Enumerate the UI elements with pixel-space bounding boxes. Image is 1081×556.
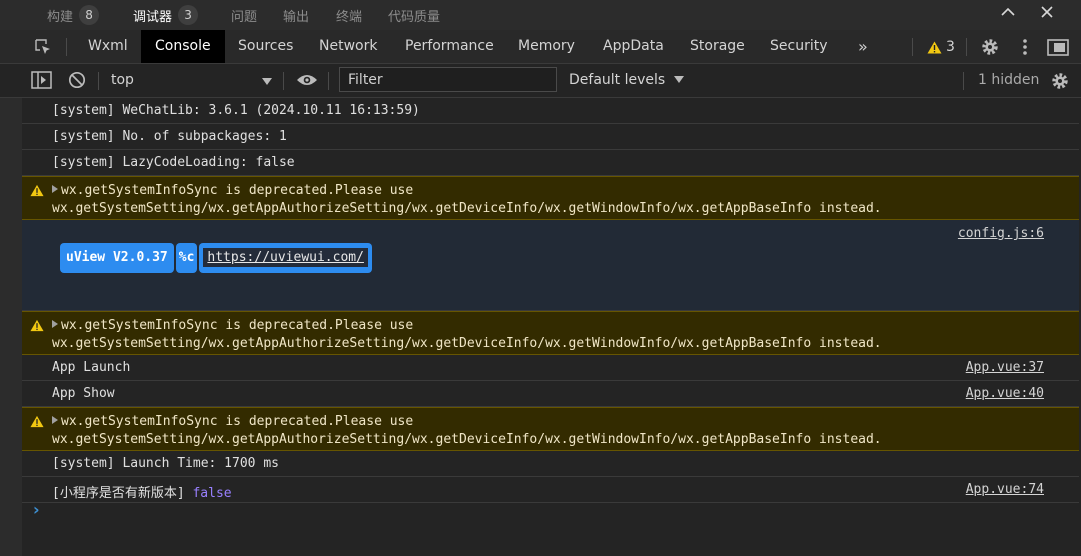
log-row: [system] LazyCodeLoading: false	[22, 150, 1079, 176]
close-icon[interactable]	[1036, 4, 1058, 26]
tab-wxml[interactable]: Wxml	[74, 30, 142, 63]
dropdown-caret-icon[interactable]	[262, 74, 272, 90]
count-badge: 3	[178, 5, 199, 25]
warning-message: wx.getSystemInfoSync is deprecated.Pleas…	[61, 414, 414, 429]
tab-network[interactable]: Network	[305, 30, 391, 63]
warning-message-cont: wx.getSystemSetting/wx.getAppAuthorizeSe…	[52, 336, 882, 351]
warning-row[interactable]: wx.getSystemInfoSync is deprecated.Pleas…	[22, 311, 1079, 355]
warning-message-cont: wx.getSystemSetting/wx.getAppAuthorizeSe…	[52, 432, 882, 447]
log-levels-label: Default levels	[569, 72, 666, 88]
dropdown-caret-icon	[673, 76, 684, 83]
tab-appdata[interactable]: AppData	[589, 30, 678, 63]
log-row: App Show App.vue:40	[22, 381, 1079, 407]
warning-icon	[927, 41, 942, 53]
clear-console-icon[interactable]	[68, 71, 86, 93]
uview-url-link[interactable]: https://uviewui.com/	[203, 248, 368, 267]
panel-tab-debugger[interactable]: 调试器 3	[133, 0, 199, 30]
panel-tab-label: 终端	[336, 9, 363, 25]
divider	[98, 72, 99, 90]
warning-counter[interactable]: 3	[927, 38, 955, 56]
log-message: [system] No. of subpackages: 1	[52, 129, 287, 144]
gear-icon[interactable]	[980, 37, 1000, 61]
warning-count: 3	[946, 39, 955, 55]
context-select[interactable]: top	[111, 64, 134, 97]
panel-tab-terminal[interactable]: 终端	[336, 0, 362, 30]
divider	[66, 38, 67, 56]
chevron-up-icon[interactable]	[997, 4, 1019, 26]
warning-icon	[30, 415, 44, 428]
warning-row[interactable]: wx.getSystemInfoSync is deprecated.Pleas…	[22, 407, 1079, 451]
console-toolbar: top Default levels 1 hidden	[0, 64, 1081, 98]
more-tabs-icon[interactable]: »	[858, 37, 868, 56]
panel-tab-build[interactable]: 构建 8	[47, 0, 100, 30]
expand-triangle-icon[interactable]	[52, 320, 58, 328]
panel-tab-problems[interactable]: 问题	[231, 0, 257, 30]
panel-tab-code-quality[interactable]: 代码质量	[388, 0, 440, 30]
uview-version-pill: uView V2.0.37	[60, 243, 174, 273]
sidebar-toggle-icon[interactable]	[31, 71, 53, 93]
console-log: [system] WeChatLib: 3.6.1 (2024.10.11 16…	[22, 98, 1079, 503]
tab-security[interactable]: Security	[756, 30, 842, 63]
panel-tab-label: 调试器	[133, 9, 173, 25]
panel-tab-bar: 构建 8 调试器 3 问题 输出 终端 代码质量	[0, 0, 1081, 30]
warning-message: wx.getSystemInfoSync is deprecated.Pleas…	[61, 183, 414, 198]
source-link[interactable]: App.vue:74	[966, 482, 1044, 497]
source-link[interactable]: App.vue:37	[966, 360, 1044, 375]
log-levels-select[interactable]: Default levels	[569, 64, 684, 97]
tab-memory[interactable]: Memory	[504, 30, 589, 63]
expand-triangle-icon[interactable]	[52, 416, 58, 424]
log-message: [system] LazyCodeLoading: false	[52, 155, 295, 170]
panel-tab-label: 输出	[283, 9, 310, 25]
log-message: App Show	[52, 386, 115, 401]
divider	[963, 72, 964, 90]
tab-performance[interactable]: Performance	[391, 30, 508, 63]
log-message: [system] Launch Time: 1700 ms	[52, 456, 279, 471]
tab-console[interactable]: Console	[141, 30, 225, 63]
log-message: [小程序是否有新版本]	[52, 486, 185, 501]
divider	[912, 38, 913, 56]
panel-tab-output[interactable]: 输出	[283, 0, 309, 30]
tab-storage[interactable]: Storage	[676, 30, 759, 63]
log-row: App Launch App.vue:37	[22, 355, 1079, 381]
filter-input[interactable]	[339, 67, 557, 92]
uview-banner-row: config.js:6 uView V2.0.37 %c https://uvi…	[22, 220, 1079, 311]
log-row: [system] WeChatLib: 3.6.1 (2024.10.11 16…	[22, 98, 1079, 124]
dock-side-icon[interactable]	[1047, 37, 1069, 61]
log-row: [system] No. of subpackages: 1	[22, 124, 1079, 150]
source-link[interactable]: config.js:6	[958, 226, 1044, 241]
hidden-count[interactable]: 1 hidden	[978, 64, 1039, 97]
boolean-value: false	[192, 486, 232, 501]
devtools-tab-bar: Wxml Console Sources Network Performance…	[0, 30, 1081, 64]
log-message: [system] WeChatLib: 3.6.1 (2024.10.11 16…	[52, 103, 420, 118]
console-settings-gear-icon[interactable]	[1050, 71, 1070, 95]
expand-triangle-icon[interactable]	[52, 185, 58, 193]
warning-row[interactable]: wx.getSystemInfoSync is deprecated.Pleas…	[22, 176, 1079, 220]
tab-sources[interactable]: Sources	[224, 30, 307, 63]
uview-url-pill: https://uviewui.com/	[199, 243, 372, 273]
panel-tab-label: 问题	[231, 9, 258, 25]
divider	[966, 38, 967, 56]
uview-banner: uView V2.0.37 %c https://uviewui.com/	[60, 243, 372, 273]
divider	[328, 72, 329, 90]
inspect-element-icon[interactable]	[34, 38, 52, 56]
warning-message: wx.getSystemInfoSync is deprecated.Pleas…	[61, 318, 414, 333]
more-options-icon[interactable]	[1019, 37, 1031, 61]
warning-message-cont: wx.getSystemSetting/wx.getAppAuthorizeSe…	[52, 201, 882, 216]
source-link[interactable]: App.vue:40	[966, 386, 1044, 401]
eye-icon[interactable]	[296, 72, 318, 92]
panel-tab-label: 代码质量	[388, 9, 441, 25]
panel-tab-label: 构建	[47, 9, 74, 25]
log-row: [小程序是否有新版本] false App.vue:74	[22, 477, 1079, 503]
log-row: [system] Launch Time: 1700 ms	[22, 451, 1079, 477]
warning-icon	[30, 319, 44, 332]
count-badge: 8	[79, 5, 100, 25]
warning-icon	[30, 184, 44, 197]
divider	[283, 72, 284, 90]
format-token: %c	[175, 243, 198, 273]
log-message: App Launch	[52, 360, 131, 375]
console-prompt-icon[interactable]: ›	[33, 500, 40, 519]
